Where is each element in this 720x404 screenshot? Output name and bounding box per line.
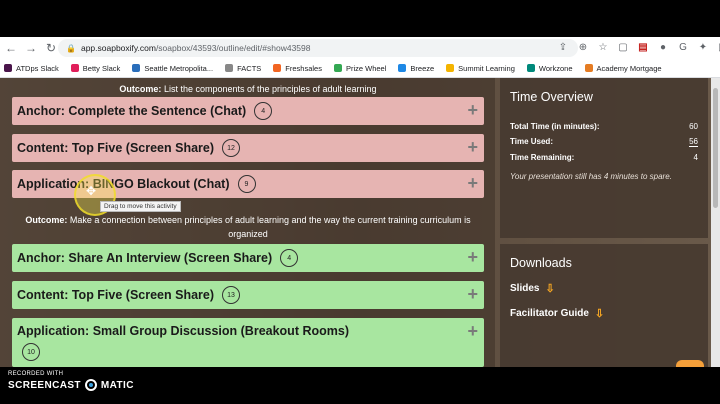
outcome-heading: Outcome: Make a connection between princ… — [25, 215, 471, 239]
pdf-extension-icon[interactable]: ▤ — [636, 40, 650, 54]
bookmark-item[interactable]: ATDps Slack — [4, 64, 59, 73]
total-time-row: Total Time (in minutes): 60 — [510, 122, 698, 131]
record-icon — [84, 379, 97, 391]
toolbar-actions: ⇪ ⊕ ☆ ▢ ▤ ● G ✦ ▥ ▭ ⋮ — [556, 40, 720, 54]
downloads-panel: Downloads Slides ⇩ Facilitator Guide ⇩ — [500, 244, 708, 367]
activity-title: Anchor: Share An Interview (Screen Share… — [17, 251, 273, 265]
extension-icon[interactable]: ▢ — [616, 40, 630, 54]
bookmark-item[interactable]: Workzone — [526, 64, 573, 73]
bookmark-item[interactable]: Academy Mortgage — [584, 64, 662, 73]
chat-badge[interactable] — [676, 360, 704, 367]
clock-icon: 13 — [222, 286, 241, 304]
expand-plus-icon[interactable]: + — [467, 101, 478, 119]
bookmark-item[interactable]: Seattle Metropolita... — [132, 64, 213, 73]
slides-download-link[interactable]: Slides ⇩ — [510, 282, 698, 295]
google-icon[interactable]: G — [676, 40, 690, 54]
recorded-with-label: RECORDED WITH — [8, 371, 64, 377]
activity-row[interactable]: Application: Small Group Discussion (Bre… — [12, 318, 484, 367]
expand-plus-icon[interactable]: + — [467, 285, 478, 303]
activity-title: Application: Small Group Discussion (Bre… — [17, 324, 349, 338]
zoom-icon[interactable]: ⊕ — [576, 40, 590, 54]
bookmark-favicon — [132, 64, 141, 72]
url-host: app.soapboxify.com — [80, 43, 156, 53]
activity-row[interactable]: Anchor: Complete the Sentence (Chat) 4 + — [12, 97, 484, 125]
outcome-heading: Outcome: List the components of the prin… — [119, 84, 377, 94]
clock-icon: 4 — [254, 102, 273, 120]
activity-row[interactable]: Content: Top Five (Screen Share) 12 + — [12, 134, 484, 162]
page-content: Outcome: List the components of the prin… — [0, 78, 720, 367]
share-icon[interactable]: ⇪ — [556, 40, 570, 54]
expand-plus-icon[interactable]: + — [467, 322, 478, 340]
bookmark-item[interactable]: Breeze — [398, 64, 434, 73]
activity-row[interactable]: Anchor: Share An Interview (Screen Share… — [12, 244, 484, 272]
time-used-row: Time Used: 56 — [510, 137, 698, 147]
time-overview-title: Time Overview — [510, 90, 593, 104]
bookmark-favicon — [225, 64, 234, 72]
expand-plus-icon[interactable]: + — [467, 174, 478, 192]
address-bar[interactable]: 🔒 app.soapboxify.com/soapbox/43593/outli… — [58, 39, 578, 57]
extensions-puzzle-icon[interactable]: ✦ — [696, 40, 710, 54]
browser-toolbar: ← → ↻ 🔒 app.soapboxify.com/soapbox/43593… — [0, 37, 720, 59]
downloads-title: Downloads — [510, 256, 572, 270]
bookmark-item[interactable]: FACTS — [225, 64, 261, 73]
clock-icon: 9 — [237, 175, 256, 193]
browser-window: ← → ↻ 🔒 app.soapboxify.com/soapbox/43593… — [0, 37, 720, 367]
tooltip: Drag to move this activity — [100, 201, 181, 212]
screencast-watermark: RECORDED WITH SCREENCAST MATIC — [8, 371, 134, 391]
activity-title: Application: BINGO Blackout (Chat) — [17, 177, 230, 191]
activity-title: Content: Top Five (Screen Share) — [17, 288, 215, 302]
bookmark-favicon — [273, 64, 282, 72]
star-icon[interactable]: ☆ — [596, 40, 610, 54]
lock-icon: 🔒 — [66, 43, 76, 53]
bookmark-item[interactable]: Betty Slack — [70, 64, 120, 73]
clock-icon: 4 — [280, 249, 299, 267]
forward-icon[interactable]: → — [22, 39, 40, 57]
url-path: /soapbox/43593/outline/edit/#show43598 — [155, 43, 311, 53]
activity-row[interactable]: Content: Top Five (Screen Share) 13 + — [12, 281, 484, 309]
bookmark-favicon — [4, 64, 12, 72]
bookmark-favicon — [398, 64, 407, 72]
expand-plus-icon[interactable]: + — [467, 138, 478, 156]
page-scrollbar[interactable] — [711, 78, 720, 367]
time-overview-panel: Time Overview Total Time (in minutes): 60… — [500, 78, 708, 238]
bookmark-item[interactable]: Summit Learning — [446, 64, 515, 73]
bookmark-favicon — [333, 64, 342, 72]
move-cursor-icon: ✥ — [86, 184, 97, 198]
activity-title: Content: Top Five (Screen Share) — [17, 141, 215, 155]
clock-icon: 12 — [222, 139, 241, 157]
scrollbar-thumb[interactable] — [713, 88, 718, 208]
time-note: Your presentation still has 4 minutes to… — [510, 172, 672, 181]
bookmark-favicon — [584, 64, 593, 72]
recording-frame: ← → ↻ 🔒 app.soapboxify.com/soapbox/43593… — [0, 0, 720, 404]
download-icon: ⇩ — [545, 283, 555, 295]
bookmark-item[interactable]: Freshsales — [273, 64, 322, 73]
bookmark-favicon — [446, 64, 455, 72]
activity-title: Anchor: Complete the Sentence (Chat) — [17, 104, 247, 118]
grammarly-icon[interactable]: ● — [656, 40, 670, 54]
expand-plus-icon[interactable]: + — [467, 248, 478, 266]
download-icon: ⇩ — [594, 308, 605, 320]
screencast-logo: SCREENCAST MATIC — [8, 379, 134, 391]
sidebar-icon[interactable]: ▥ — [716, 40, 720, 54]
bookmark-favicon — [70, 64, 79, 72]
facilitator-guide-download-link[interactable]: Facilitator Guide ⇩ — [510, 307, 698, 320]
bookmarks-bar: ATDps Slack Betty Slack Seattle Metropol… — [0, 59, 720, 78]
clock-icon: 10 — [22, 343, 40, 361]
back-icon[interactable]: ← — [2, 39, 20, 57]
time-remaining-row: Time Remaining: 4 — [510, 153, 698, 162]
bookmark-favicon — [526, 64, 535, 72]
bookmark-item[interactable]: Prize Wheel — [333, 64, 386, 73]
